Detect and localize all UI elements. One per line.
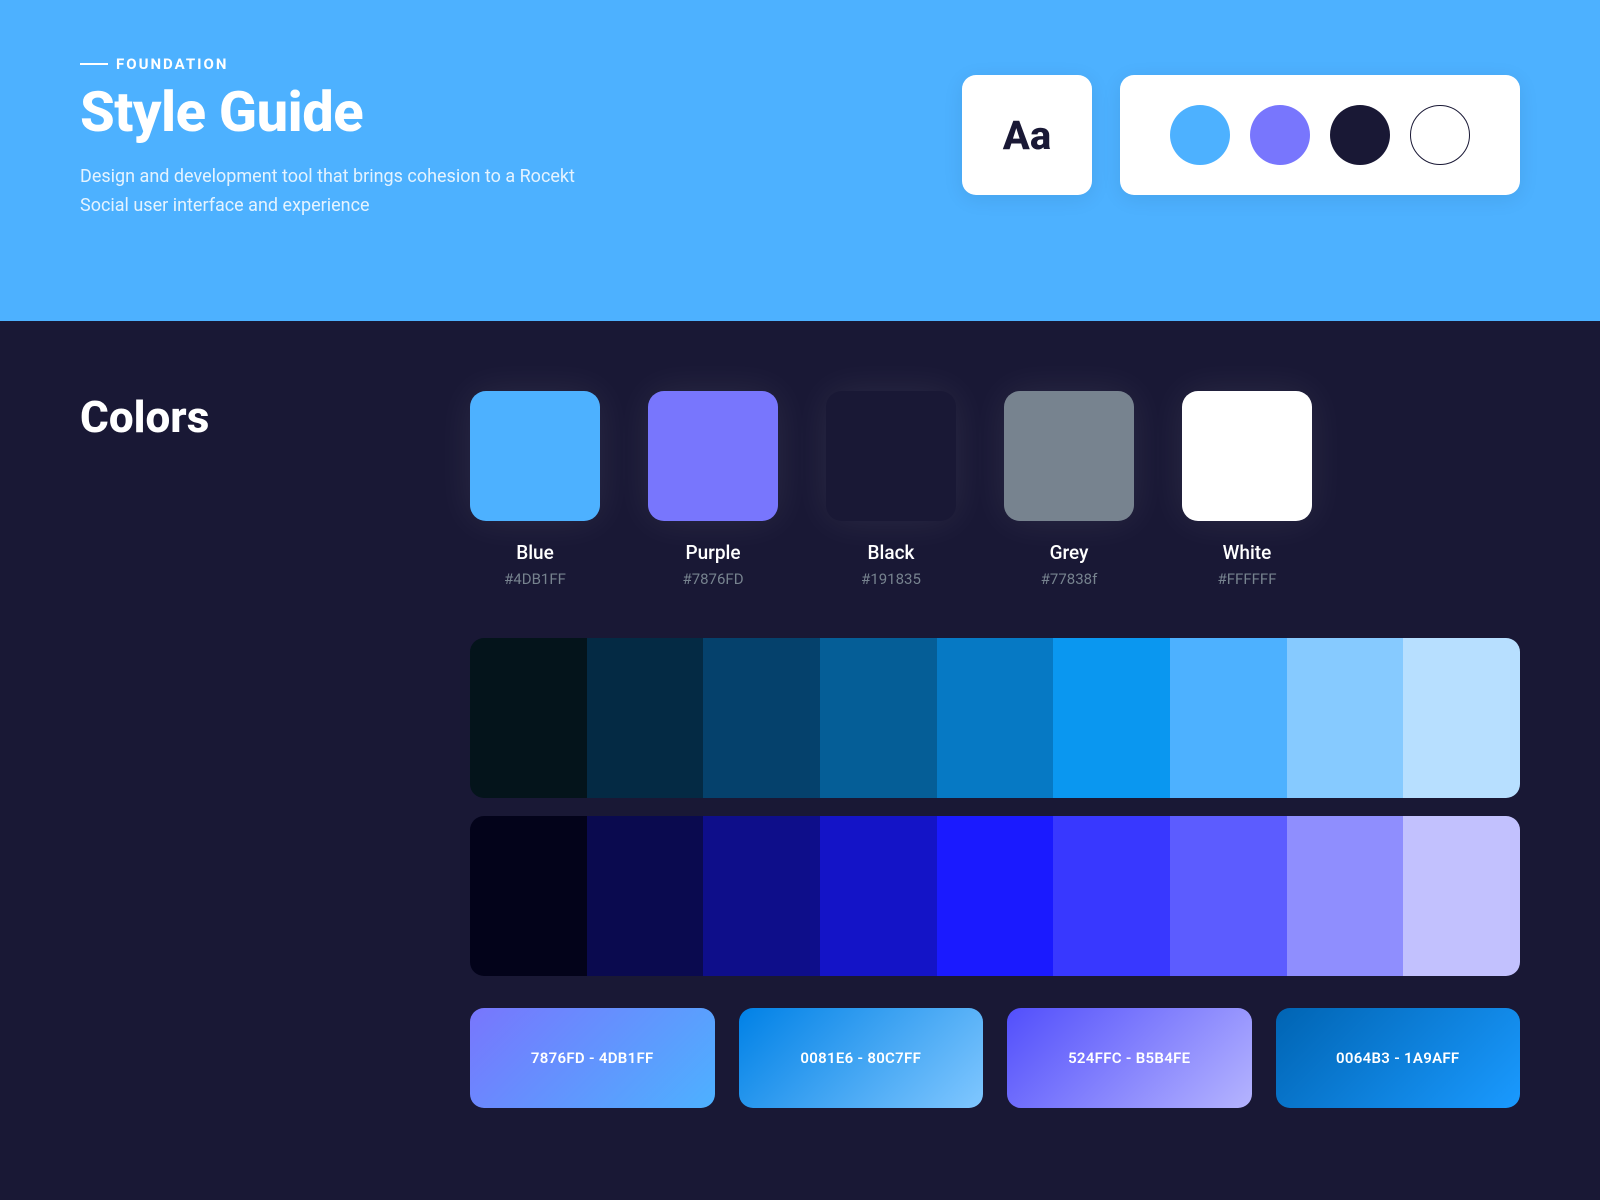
- swatch-chip: [1004, 391, 1134, 521]
- gradient-swatch: 0064B3 - 1A9AFF: [1276, 1008, 1521, 1108]
- gradient-label: 0081E6 - 80C7FF: [800, 1049, 921, 1067]
- gradient-label: 0064B3 - 1A9AFF: [1336, 1049, 1459, 1067]
- overline: FOUNDATION: [80, 55, 580, 73]
- swatch-name: White: [1182, 541, 1312, 564]
- colors-section: Colors Blue #4DB1FF Purple #7876FD Black #191…: [0, 321, 1600, 1108]
- gradient-label: 7876FD - 4DB1FF: [531, 1049, 654, 1067]
- swatch: Grey #77838f: [1004, 391, 1134, 588]
- swatch: Blue #4DB1FF: [470, 391, 600, 588]
- color-ramps: [470, 638, 1520, 976]
- color-ramp: [470, 638, 1520, 798]
- swatch-name: Blue: [470, 541, 600, 564]
- ramp-step: [1403, 638, 1520, 798]
- color-gradients: 7876FD - 4DB1FF 0081E6 - 80C7FF 524FFC - B…: [470, 1008, 1520, 1108]
- swatch-hex: #77838f: [1004, 570, 1134, 588]
- swatch-hex: #4DB1FF: [470, 570, 600, 588]
- header: FOUNDATION Style Guide Design and develo…: [0, 0, 1600, 321]
- ramp-step: [1287, 816, 1404, 976]
- palette-dot: [1170, 105, 1230, 165]
- palette-dot: [1330, 105, 1390, 165]
- page-subtitle: Design and development tool that brings …: [80, 163, 580, 221]
- swatch-name: Grey: [1004, 541, 1134, 564]
- ramp-step: [1170, 638, 1287, 798]
- gradient-label: 524FFC - B5B4FE: [1068, 1049, 1190, 1067]
- ramp-step: [587, 816, 704, 976]
- ramp-step: [1287, 638, 1404, 798]
- overline-dash-icon: [80, 63, 108, 65]
- ramp-step: [587, 638, 704, 798]
- swatch-name: Purple: [648, 541, 778, 564]
- page-title: Style Guide: [80, 79, 580, 145]
- gradient-swatch: 524FFC - B5B4FE: [1007, 1008, 1252, 1108]
- gradient-swatch: 0081E6 - 80C7FF: [739, 1008, 984, 1108]
- swatch-hex: #FFFFFF: [1182, 570, 1312, 588]
- palette-dot: [1250, 105, 1310, 165]
- header-cards: Aa: [962, 75, 1520, 195]
- typography-sample: Aa: [1003, 112, 1051, 159]
- swatch-name: Black: [826, 541, 956, 564]
- gradient-swatch: 7876FD - 4DB1FF: [470, 1008, 715, 1108]
- color-ramp: [470, 816, 1520, 976]
- swatch: Black #191835: [826, 391, 956, 588]
- palette-card: [1120, 75, 1520, 195]
- overline-label: FOUNDATION: [116, 55, 228, 73]
- ramp-step: [937, 816, 1054, 976]
- ramp-step: [1053, 638, 1170, 798]
- swatch: White #FFFFFF: [1182, 391, 1312, 588]
- ramp-step: [703, 816, 820, 976]
- swatch-chip: [826, 391, 956, 521]
- ramp-step: [703, 638, 820, 798]
- ramp-step: [820, 638, 937, 798]
- swatch-chip: [470, 391, 600, 521]
- swatch-chip: [648, 391, 778, 521]
- ramp-step: [820, 816, 937, 976]
- swatch-hex: #7876FD: [648, 570, 778, 588]
- color-swatches: Blue #4DB1FF Purple #7876FD Black #191835 Grey…: [470, 391, 1520, 588]
- ramp-step: [1403, 816, 1520, 976]
- ramp-step: [937, 638, 1054, 798]
- palette-dot: [1410, 105, 1470, 165]
- swatch-hex: #191835: [826, 570, 956, 588]
- section-title-colors: Colors: [80, 391, 430, 1108]
- ramp-step: [470, 816, 587, 976]
- colors-body: Blue #4DB1FF Purple #7876FD Black #191835 Grey…: [470, 391, 1520, 1108]
- typography-card: Aa: [962, 75, 1092, 195]
- header-text: FOUNDATION Style Guide Design and develo…: [80, 55, 580, 221]
- ramp-step: [1170, 816, 1287, 976]
- ramp-step: [470, 638, 587, 798]
- swatch: Purple #7876FD: [648, 391, 778, 588]
- ramp-step: [1053, 816, 1170, 976]
- swatch-chip: [1182, 391, 1312, 521]
